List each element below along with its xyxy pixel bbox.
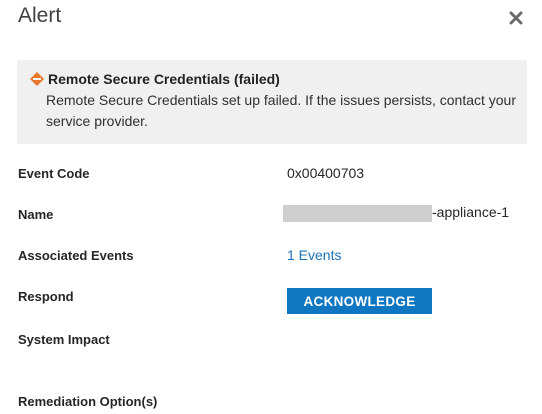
respond-label: Respond xyxy=(18,289,74,304)
system-impact-label: System Impact xyxy=(18,332,110,347)
dialog-title: Alert xyxy=(18,4,62,27)
redacted-block xyxy=(283,204,432,222)
associated-events-label: Associated Events xyxy=(18,248,134,263)
warning-diamond-icon xyxy=(29,71,45,87)
event-code-value: 0x00400703 xyxy=(287,165,365,181)
name-label: Name xyxy=(18,207,54,222)
remediation-options-label: Remediation Option(s) xyxy=(18,394,158,409)
name-suffix: -appliance-1 xyxy=(432,204,510,220)
alert-message: Remote Secure Credentials set up failed.… xyxy=(46,92,517,129)
associated-events-link[interactable]: 1 Events xyxy=(287,247,341,263)
acknowledge-button[interactable]: ACKNOWLEDGE xyxy=(287,288,432,314)
name-value: -appliance-1 xyxy=(283,204,510,222)
event-code-label: Event Code xyxy=(18,166,90,181)
alert-heading: Remote Secure Credentials (failed) xyxy=(48,71,280,87)
alert-banner: Remote Secure Credentials (failed) Remot… xyxy=(17,60,527,144)
close-icon xyxy=(509,11,523,30)
close-button[interactable] xyxy=(505,9,527,31)
